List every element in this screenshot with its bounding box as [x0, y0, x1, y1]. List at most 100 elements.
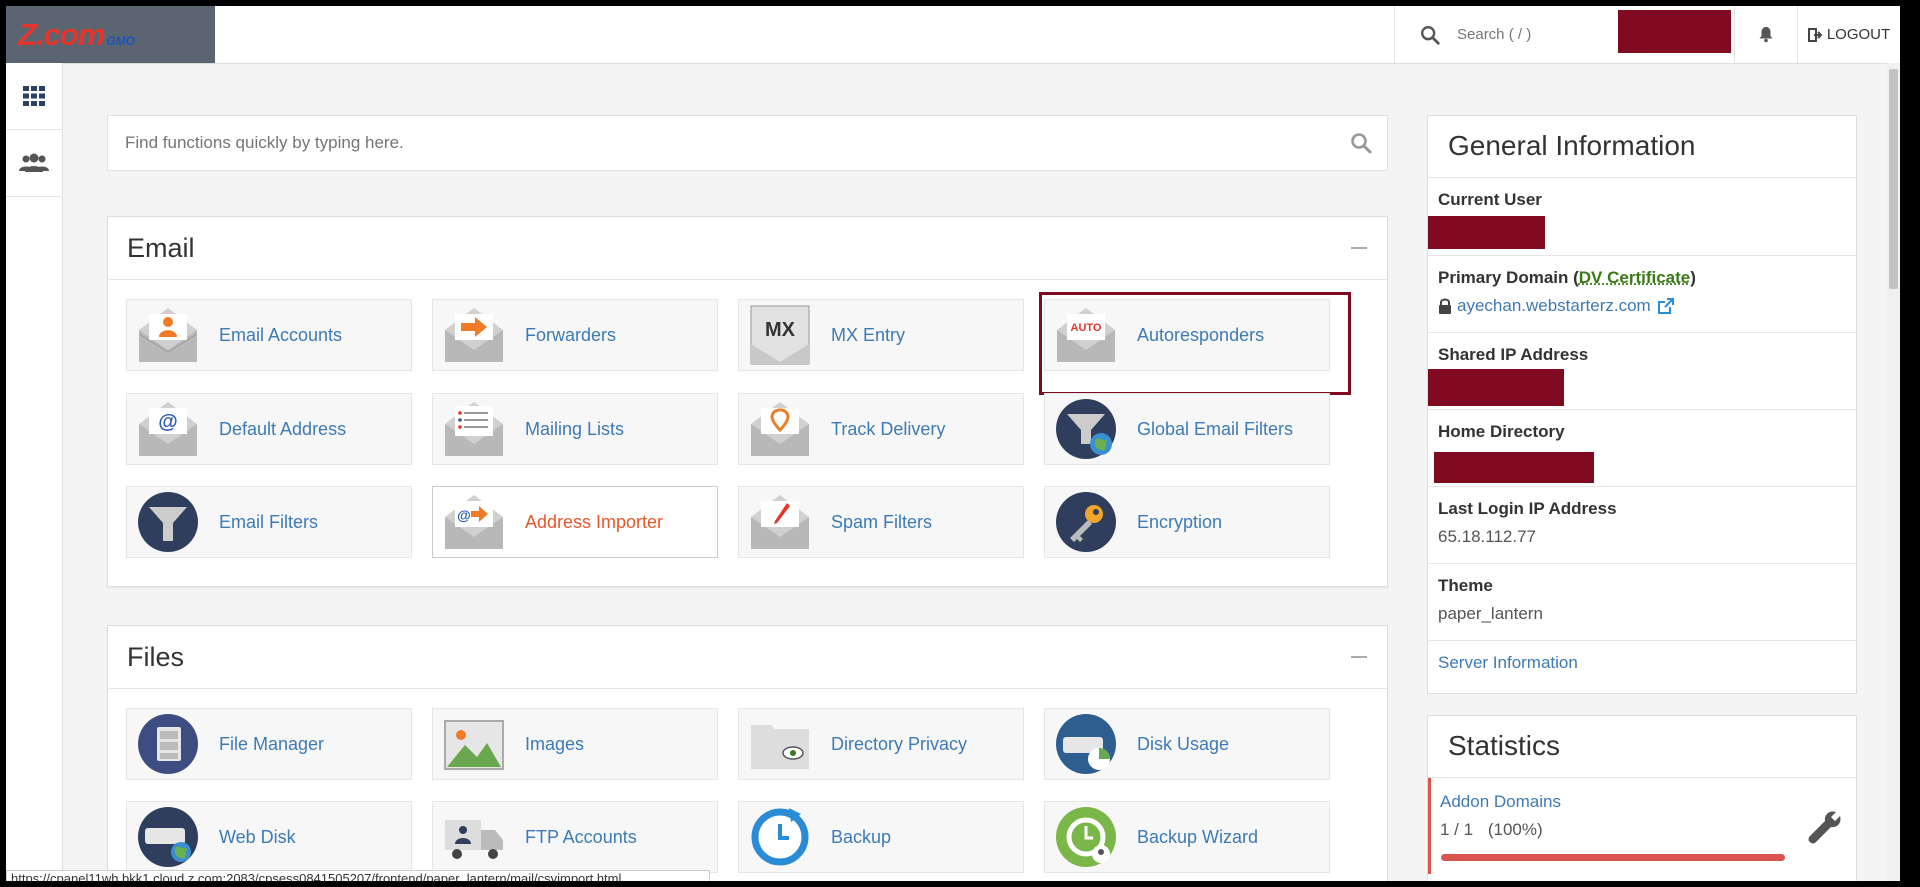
- redacted-user-block: [1618, 10, 1731, 53]
- web-disk-icon: [138, 807, 198, 867]
- addon-domains-progress-bar: [1441, 854, 1785, 861]
- home-directory-label: Home Directory: [1438, 422, 1565, 441]
- disk-usage-label: Disk Usage: [1137, 733, 1230, 754]
- files-panel: Files File Manager Images Directory Priv…: [107, 625, 1388, 881]
- email-filters-tile[interactable]: Email Filters: [126, 486, 412, 558]
- logout-label: LOGOUT: [1826, 26, 1891, 43]
- track-delivery-label: Track Delivery: [831, 418, 946, 439]
- images-label: Images: [525, 733, 585, 754]
- address-importer-tile[interactable]: @ Address Importer: [432, 486, 718, 558]
- dv-certificate-link[interactable]: DV Certificate: [1579, 268, 1690, 287]
- general-info-title: General Information: [1428, 116, 1856, 178]
- disk-chart-icon: [1056, 714, 1116, 774]
- theme-row: Theme paper_lantern: [1428, 564, 1856, 641]
- global-email-filters-label: Global Email Filters: [1137, 418, 1294, 439]
- app-window: Z.com GMO LOGOUT: [6, 6, 1900, 881]
- encryption-tile[interactable]: Encryption: [1044, 486, 1330, 558]
- email-filters-label: Email Filters: [219, 511, 319, 532]
- search-icon: [1421, 25, 1440, 45]
- ftp-accounts-tile[interactable]: FTP Accounts: [432, 801, 718, 873]
- address-importer-label: Address Importer: [525, 511, 664, 532]
- function-finder: [107, 115, 1388, 171]
- envelope-pin-icon: [751, 402, 809, 456]
- backup-wizard-tile[interactable]: Backup Wizard: [1044, 801, 1330, 873]
- backup-label: Backup: [831, 826, 892, 847]
- web-disk-label: Web Disk: [219, 826, 296, 847]
- forwarders-label: Forwarders: [525, 324, 617, 345]
- grid-icon: [23, 86, 45, 106]
- file-cabinet-icon: [138, 714, 198, 774]
- encryption-label: Encryption: [1137, 511, 1223, 532]
- shared-ip-row: Shared IP Address: [1428, 333, 1856, 410]
- web-disk-tile[interactable]: Web Disk: [126, 801, 412, 873]
- addon-domains-usage: 1 / 1 (100%): [1440, 820, 1846, 840]
- autoresponders-highlight: [1039, 292, 1351, 395]
- addon-domains-percent: (100%): [1487, 820, 1543, 839]
- addon-domains-row: Addon Domains 1 / 1 (100%): [1428, 778, 1856, 874]
- left-rail: [6, 63, 63, 881]
- mailing-lists-tile[interactable]: Mailing Lists: [432, 393, 718, 465]
- top-search-input[interactable]: [1455, 25, 1619, 44]
- redacted-home-directory: [1434, 452, 1594, 483]
- theme-label: Theme: [1438, 576, 1493, 595]
- last-login-row: Last Login IP Address 65.18.112.77: [1428, 487, 1856, 564]
- global-email-filters-tile[interactable]: Global Email Filters: [1044, 393, 1330, 465]
- mx-entry-label: MX Entry: [831, 324, 906, 345]
- notifications-button[interactable]: [1734, 6, 1798, 63]
- files-panel-header: Files: [108, 626, 1387, 689]
- disk-usage-tile[interactable]: Disk Usage: [1044, 708, 1330, 780]
- file-manager-label: File Manager: [219, 733, 325, 754]
- backup-clock-icon: [751, 808, 809, 866]
- bell-icon: [1759, 27, 1773, 43]
- server-info-row: Server Information: [1428, 641, 1856, 689]
- addon-domains-link[interactable]: Addon Domains: [1440, 792, 1846, 812]
- page-scrollbar[interactable]: [1887, 63, 1900, 881]
- funnel-icon: [138, 492, 198, 552]
- track-delivery-tile[interactable]: Track Delivery: [738, 393, 1024, 465]
- default-address-tile[interactable]: @ Default Address: [126, 393, 412, 465]
- envelope-pen-icon: [751, 495, 809, 549]
- wrench-icon[interactable]: [1806, 808, 1844, 846]
- top-search: [1394, 6, 1619, 63]
- brand-logo[interactable]: Z.com GMO: [6, 6, 215, 63]
- primary-domain-prefix: Primary Domain (: [1438, 268, 1579, 287]
- ftp-truck-icon: [445, 820, 503, 859]
- images-tile[interactable]: Images: [432, 708, 718, 780]
- spam-filters-tile[interactable]: Spam Filters: [738, 486, 1024, 558]
- files-panel-title: Files: [127, 642, 185, 672]
- email-accounts-label: Email Accounts: [219, 324, 343, 345]
- ftp-accounts-label: FTP Accounts: [525, 826, 637, 847]
- file-manager-tile[interactable]: File Manager: [126, 708, 412, 780]
- last-login-value: 65.18.112.77: [1438, 527, 1536, 546]
- directory-privacy-tile[interactable]: Directory Privacy: [738, 708, 1024, 780]
- rail-tools-button[interactable]: [6, 63, 62, 130]
- email-panel: Email Email Accounts Forwarders MX MX En…: [107, 216, 1388, 587]
- shared-ip-label: Shared IP Address: [1438, 345, 1589, 364]
- backup-tile[interactable]: Backup: [738, 801, 1024, 873]
- mx-entry-tile[interactable]: MX MX Entry: [738, 299, 1024, 371]
- email-accounts-tile[interactable]: Email Accounts: [126, 299, 412, 371]
- primary-domain-value-row: ayechan.webstarterz.com: [1438, 296, 1846, 316]
- primary-domain-row: Primary Domain (DV Certificate) ayechan.…: [1428, 256, 1856, 333]
- users-icon: [19, 153, 49, 172]
- forwarders-tile[interactable]: Forwarders: [432, 299, 718, 371]
- envelope-at-icon: @: [139, 402, 197, 456]
- server-information-link[interactable]: Server Information: [1438, 653, 1846, 673]
- rail-users-button[interactable]: [6, 130, 62, 197]
- image-icon: [444, 720, 504, 770]
- search-icon: [1351, 133, 1372, 154]
- primary-domain-link[interactable]: ayechan.webstarterz.com: [1457, 296, 1651, 316]
- collapse-icon[interactable]: [1351, 656, 1367, 658]
- external-link-icon[interactable]: [1657, 297, 1674, 315]
- collapse-icon[interactable]: [1351, 247, 1367, 249]
- email-panel-title: Email: [127, 233, 195, 263]
- function-finder-input[interactable]: [123, 132, 1349, 154]
- theme-value: paper_lantern: [1438, 604, 1543, 623]
- scrollbar-thumb[interactable]: [1889, 69, 1898, 289]
- current-user-row: Current User: [1428, 178, 1856, 256]
- mx-badge-text: MX: [765, 319, 796, 341]
- redacted-shared-ip: [1428, 369, 1564, 406]
- logout-button[interactable]: LOGOUT: [1798, 6, 1900, 63]
- email-panel-header: Email: [108, 217, 1387, 280]
- logout-icon: [1807, 27, 1823, 42]
